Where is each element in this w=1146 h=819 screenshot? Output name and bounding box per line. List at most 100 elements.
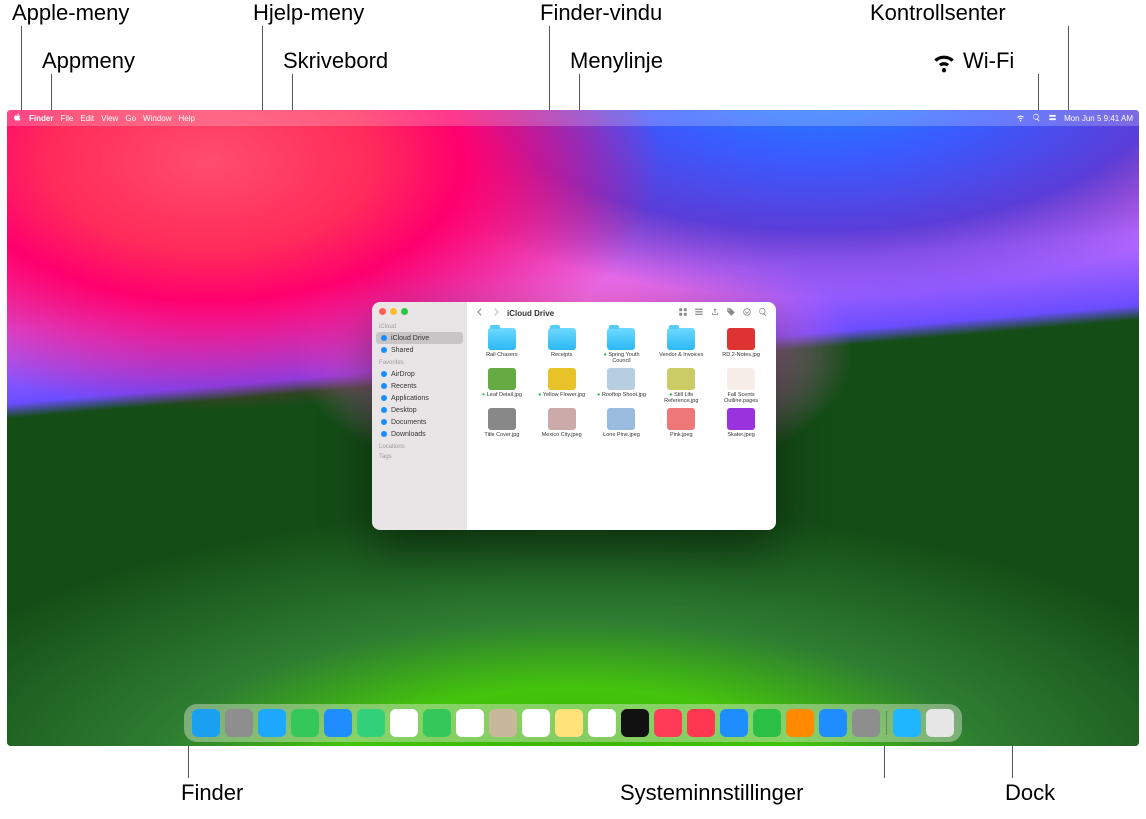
file-label: Fall Scents Outline.pages xyxy=(716,392,766,404)
leader-line xyxy=(262,26,263,120)
sidebar-item-label: Shared xyxy=(391,347,414,354)
file-item[interactable]: Leaf Detail.jpg xyxy=(473,368,531,404)
dock-app-messages[interactable] xyxy=(291,709,319,737)
file-item[interactable]: Title Cover.jpg xyxy=(473,408,531,438)
sidebar-item-recents[interactable]: Recents xyxy=(376,380,463,392)
zoom-button[interactable] xyxy=(401,308,408,315)
dock-app-pages[interactable] xyxy=(786,709,814,737)
minimize-button[interactable] xyxy=(390,308,397,315)
menu-go[interactable]: Go xyxy=(125,114,136,123)
image-thumbnail xyxy=(548,408,576,430)
file-item[interactable]: RD.2-Notes.jpg xyxy=(712,328,770,364)
file-item[interactable]: Pink.jpeg xyxy=(652,408,710,438)
menubar-clock[interactable]: Mon Jun 5 9:41 AM xyxy=(1064,114,1133,123)
dock-app-system-settings[interactable] xyxy=(852,709,880,737)
callout-control-center: Kontrollsenter xyxy=(870,0,1006,26)
dock-app-downloads[interactable] xyxy=(893,709,921,737)
forward-button[interactable] xyxy=(491,307,501,319)
dock-app-keynote[interactable] xyxy=(720,709,748,737)
dock-app-safari[interactable] xyxy=(258,709,286,737)
menu-file[interactable]: File xyxy=(60,114,73,123)
folder-icon xyxy=(607,328,635,350)
file-label: Lone Pine.jpeg xyxy=(603,432,640,438)
image-thumbnail xyxy=(667,368,695,390)
file-item[interactable]: Still Life Reference.jpg xyxy=(652,368,710,404)
file-item[interactable]: Rooftop Shoot.jpg xyxy=(593,368,651,404)
tag-button[interactable] xyxy=(726,307,736,319)
dock-app-photos[interactable] xyxy=(390,709,418,737)
wifi-icon xyxy=(931,48,957,74)
menu-help[interactable]: Help xyxy=(178,114,194,123)
dock-app-maps[interactable] xyxy=(357,709,385,737)
view-icons-button[interactable] xyxy=(678,307,688,319)
dock-app-facetime[interactable] xyxy=(423,709,451,737)
callout-finder: Finder xyxy=(181,780,243,806)
file-label: Rooftop Shoot.jpg xyxy=(597,392,646,398)
sidebar-heading: Favorites xyxy=(379,360,460,366)
search-button[interactable] xyxy=(758,307,768,319)
back-button[interactable] xyxy=(475,307,485,319)
sidebar-heading: iCloud xyxy=(379,324,460,330)
dock-app-contacts[interactable] xyxy=(489,709,517,737)
dock-app-calendar[interactable] xyxy=(456,709,484,737)
dock-app-notes[interactable] xyxy=(555,709,583,737)
menu-view[interactable]: View xyxy=(101,114,118,123)
callout-help-menu: Hjelp-meny xyxy=(253,0,364,26)
folder-icon xyxy=(548,328,576,350)
dock-app-trash[interactable] xyxy=(926,709,954,737)
dock-app-reminders[interactable] xyxy=(522,709,550,737)
action-button[interactable] xyxy=(742,307,752,319)
file-item[interactable]: Rail Chasers xyxy=(473,328,531,364)
apple-menu-icon[interactable] xyxy=(13,113,22,124)
spotlight-icon[interactable] xyxy=(1032,113,1041,124)
leader-line xyxy=(1068,26,1069,120)
sidebar-item-downloads[interactable]: Downloads xyxy=(376,428,463,440)
menu-edit[interactable]: Edit xyxy=(80,114,94,123)
dock-app-news[interactable] xyxy=(687,709,715,737)
app-menu[interactable]: Finder xyxy=(29,114,53,123)
sidebar-item-label: iCloud Drive xyxy=(391,335,429,342)
file-label: Still Life Reference.jpg xyxy=(656,392,706,404)
file-item[interactable]: Lone Pine.jpeg xyxy=(593,408,651,438)
dock-app-tv[interactable] xyxy=(621,709,649,737)
callout-apple-menu: Apple-meny xyxy=(12,0,129,26)
sidebar-item-shared[interactable]: Shared xyxy=(376,344,463,356)
sidebar-item-label: AirDrop xyxy=(391,371,415,378)
file-item[interactable]: Fall Scents Outline.pages xyxy=(712,368,770,404)
dock-app-music[interactable] xyxy=(654,709,682,737)
dock-app-freeform[interactable] xyxy=(588,709,616,737)
sidebar-item-desktop[interactable]: Desktop xyxy=(376,404,463,416)
file-item[interactable]: Spring Youth Council xyxy=(593,328,651,364)
finder-window[interactable]: iCloud iCloud Drive Shared Favorites AirDrop… xyxy=(372,302,776,530)
dock-app-app-store[interactable] xyxy=(819,709,847,737)
sidebar-item-airdrop[interactable]: AirDrop xyxy=(376,368,463,380)
share-button[interactable] xyxy=(710,307,720,319)
macos-screen: Finder File Edit View Go Window Help Mon Jun … xyxy=(7,110,1139,746)
close-button[interactable] xyxy=(379,308,386,315)
sidebar-item-label: Applications xyxy=(391,395,429,402)
dock-app-launchpad[interactable] xyxy=(225,709,253,737)
file-item[interactable]: Skater.jpeg xyxy=(712,408,770,438)
image-thumbnail xyxy=(727,408,755,430)
sidebar-item-label: Downloads xyxy=(391,431,426,438)
image-thumbnail xyxy=(488,368,516,390)
sidebar-item-label: Desktop xyxy=(391,407,417,414)
group-button[interactable] xyxy=(694,307,704,319)
leader-line xyxy=(884,744,885,778)
sidebar-item-applications[interactable]: Applications xyxy=(376,392,463,404)
file-item[interactable]: Receipts xyxy=(533,328,591,364)
dock-app-finder[interactable] xyxy=(192,709,220,737)
wifi-status-icon[interactable] xyxy=(1016,113,1025,124)
folder-shared-icon xyxy=(380,346,388,354)
sidebar-item-icloud-drive[interactable]: iCloud Drive xyxy=(376,332,463,344)
control-center-icon[interactable] xyxy=(1048,113,1057,124)
file-item[interactable]: Mexico City.jpeg xyxy=(533,408,591,438)
file-label: Title Cover.jpg xyxy=(484,432,519,438)
menu-window[interactable]: Window xyxy=(143,114,171,123)
window-controls xyxy=(376,307,463,316)
dock-app-mail[interactable] xyxy=(324,709,352,737)
file-item[interactable]: Yellow Flower.jpg xyxy=(533,368,591,404)
sidebar-item-documents[interactable]: Documents xyxy=(376,416,463,428)
file-item[interactable]: Vendor & Invoices xyxy=(652,328,710,364)
dock-app-numbers[interactable] xyxy=(753,709,781,737)
